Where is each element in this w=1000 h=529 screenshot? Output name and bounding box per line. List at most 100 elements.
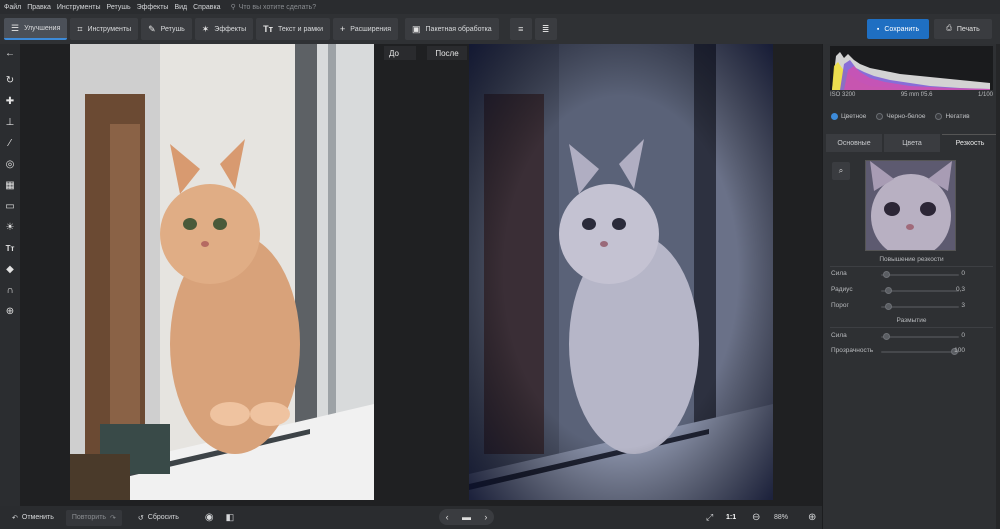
compare-icon[interactable]: ◧ [220, 510, 241, 526]
tab-enhance[interactable]: ☰ Улучшения [4, 18, 68, 40]
photo-canvas[interactable]: До После [20, 44, 822, 506]
menu-view[interactable]: Вид [174, 4, 187, 11]
undo-button[interactable]: ↶ Отменить [6, 510, 60, 526]
target-icon[interactable]: ◎ [3, 157, 17, 171]
print-label: Печать [956, 25, 980, 33]
prev-arrow-icon[interactable]: ‹ [446, 512, 449, 522]
exif-shutter: 1/100 [977, 92, 993, 98]
reset-icon: ↺ [137, 514, 144, 522]
slider-value: 3 [961, 302, 965, 309]
sharpen-radius-slider[interactable]: Радиус 0,3 [831, 286, 991, 296]
print-button[interactable]: ⎙ Печать [934, 19, 992, 39]
text-icon: Tт [263, 24, 274, 34]
plus-icon: + [340, 24, 346, 34]
bandage-icon[interactable]: ✚ [3, 94, 17, 108]
brush-tool-icon[interactable]: ⁄ [3, 136, 17, 150]
zoom-level: 88% [774, 514, 789, 521]
radio-negative-label: Негатив [945, 113, 970, 120]
menu-search[interactable]: ⚲ Что вы хотите сделать? [230, 3, 317, 12]
after-photo [469, 44, 773, 500]
light-icon[interactable]: ☀ [3, 220, 17, 234]
folder-icon[interactable]: ▬ [462, 512, 471, 522]
ratio-1-1-button[interactable]: 1:1 [720, 510, 742, 526]
exif-info: ISO 3200 95 mm f/5.6 1/100 [830, 92, 993, 98]
brush-icon: ✎ [148, 23, 156, 34]
slider-label: Сила [831, 270, 847, 277]
bottom-bar: ↶ Отменить Повторить ↷ ↺ Сбросить ◉ ◧ ‹ … [0, 506, 822, 529]
sharpen-strength-slider[interactable]: Сила 0 [831, 270, 991, 280]
menu-edit[interactable]: Правка [27, 4, 51, 11]
slider-knob[interactable] [883, 271, 890, 278]
fit-screen-icon[interactable]: ⤢ [700, 510, 719, 526]
list-settings-button[interactable]: ≣ [534, 18, 557, 40]
next-arrow-icon[interactable]: › [484, 512, 487, 522]
fill-icon[interactable]: ◆ [3, 262, 17, 276]
radio-dot [876, 113, 884, 120]
slider-track [881, 351, 959, 353]
gradient-icon[interactable]: ▦ [3, 178, 17, 192]
vignette-icon[interactable]: ▭ [3, 199, 17, 213]
menu-help[interactable]: Справка [193, 4, 220, 11]
tab-basic[interactable]: Основные [826, 134, 882, 152]
slider-label: Порог [831, 302, 849, 309]
slider-value: 100 [954, 347, 965, 354]
zoom-out-icon[interactable]: ⊖ [746, 510, 766, 526]
list-settings-icon: ≣ [541, 23, 550, 34]
tab-extensions-label: Расширения [350, 25, 391, 33]
tab-colors[interactable]: Цвета [884, 134, 940, 152]
blur-strength-slider[interactable]: Сила 0 [831, 332, 991, 342]
eye-icon[interactable]: ◉ [199, 510, 220, 526]
zoom-in-icon[interactable]: ⊕ [802, 510, 822, 526]
exif-iso: ISO 3200 [830, 92, 856, 98]
add-list-button[interactable]: ≡ [509, 18, 532, 40]
rotate-icon[interactable]: ↻ [3, 73, 17, 87]
panel-scrollbar[interactable] [996, 44, 1000, 529]
radio-negative[interactable]: Негатив [935, 113, 970, 120]
menu-tools[interactable]: Инструменты [57, 4, 101, 11]
menu-effects[interactable]: Эффекты [137, 4, 169, 11]
radio-color[interactable]: Цветное [831, 113, 866, 120]
sharpen-threshold-slider[interactable]: Порог 3 [831, 302, 991, 312]
batch-processing-button[interactable]: ▣ Пакетная обработка [405, 18, 499, 40]
menu-file[interactable]: Файл [4, 4, 21, 11]
tab-tools-label: Инструменты [87, 25, 132, 33]
reset-button[interactable]: ↺ Сбросить [132, 510, 185, 526]
back-arrow-icon[interactable]: ← [3, 46, 17, 60]
globe-icon[interactable]: ⊕ [3, 304, 17, 318]
redo-icon: ↷ [110, 514, 116, 522]
tab-sharpness[interactable]: Резкость [942, 134, 998, 152]
tab-extensions[interactable]: + Расширения [333, 18, 398, 40]
search-placeholder: Что вы хотите сделать? [238, 3, 317, 11]
save-button[interactable]: ▪ Сохранить [867, 19, 929, 39]
slider-knob[interactable] [883, 333, 890, 340]
tab-text-label: Текст и рамки [278, 25, 324, 33]
radio-bw[interactable]: Черно-белое [876, 113, 925, 120]
slider-value: 0 [961, 270, 965, 277]
slider-track [881, 290, 959, 292]
printer-icon: ⎙ [946, 25, 952, 32]
left-tool-strip: ← ↻ ✚ ⊥ ⁄ ◎ ▦ ▭ ☀ Tт ◆ ∩ ⊕ [0, 44, 20, 506]
slider-label: Радиус [831, 286, 853, 293]
blur-section-title: Размытие [830, 317, 993, 328]
list-add-icon: ≡ [518, 24, 524, 34]
images-icon: ▣ [412, 23, 421, 34]
text-tool-icon[interactable]: Tт [3, 241, 17, 255]
reset-label: Сбросить [147, 514, 179, 521]
magnifier-icon: ⌕ [838, 166, 844, 175]
slider-knob[interactable] [885, 287, 892, 294]
blur-opacity-slider[interactable]: Прозрачность 100 [831, 347, 991, 357]
image-navigation: ‹ ▬ › [439, 509, 494, 525]
redo-button[interactable]: Повторить ↷ [65, 509, 122, 526]
right-panel: ISO 3200 95 mm f/5.6 1/100 Цветное Черно… [822, 44, 1000, 529]
tab-text-frames[interactable]: Tт Текст и рамки [256, 18, 331, 40]
tab-tools[interactable]: ⌗ Инструменты [70, 18, 139, 40]
tab-effects[interactable]: ✶ Эффекты [194, 18, 254, 40]
stamp-icon[interactable]: ⊥ [3, 115, 17, 129]
menu-retouch[interactable]: Ретушь [107, 4, 131, 11]
tab-retouch[interactable]: ✎ Ретушь [141, 18, 192, 40]
preview-toggle-button[interactable]: ⌕ [832, 162, 850, 180]
search-icon: ⚲ [230, 4, 236, 11]
slider-track [881, 274, 959, 276]
slider-knob[interactable] [885, 303, 892, 310]
magnet-icon[interactable]: ∩ [3, 283, 17, 297]
